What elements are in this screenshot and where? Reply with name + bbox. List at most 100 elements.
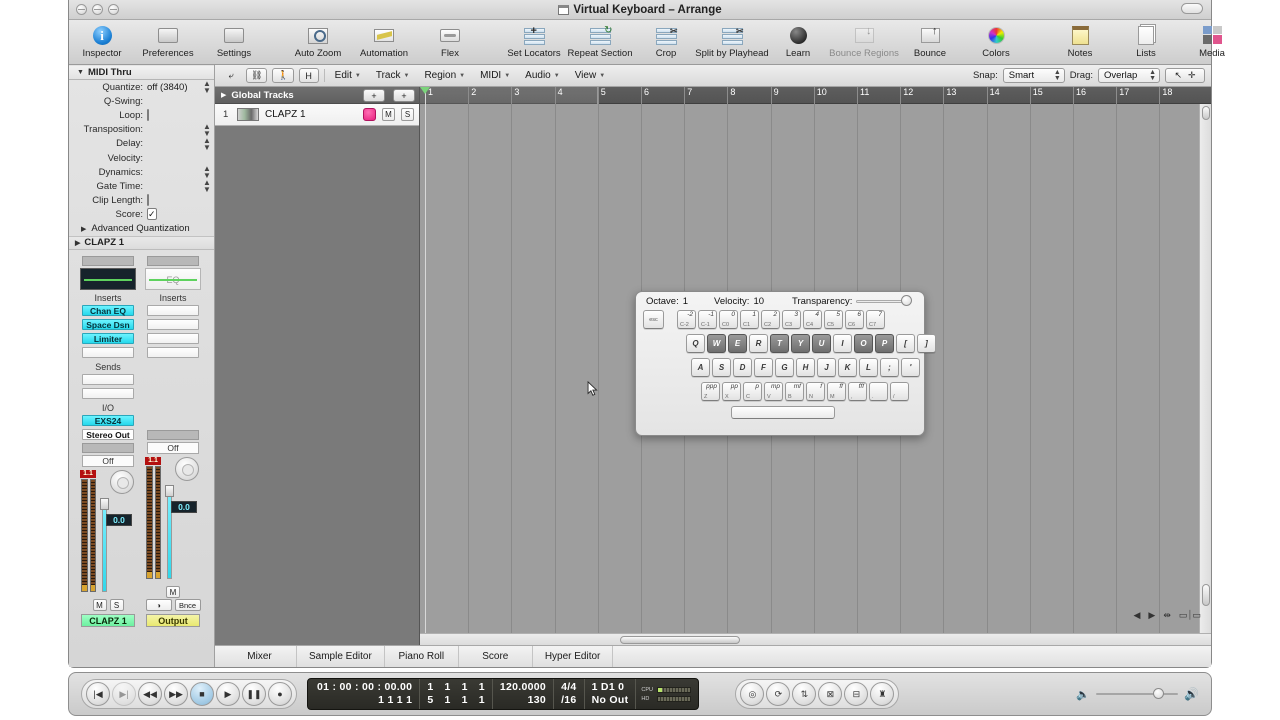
bar-ruler[interactable]: 1 2 3 4 5 6 7 8 9 10 11 12 13 14 15 16 17 18 <box>420 87 1211 104</box>
toolbar-button-learn[interactable]: Learn <box>765 26 831 59</box>
play-button[interactable]: ▶ <box>216 682 240 706</box>
click-metronome-button[interactable]: ◎ <box>740 682 765 706</box>
position-display[interactable]: 1 1 1 1 5 1 1 1 <box>420 679 493 709</box>
keyboard-key-number-0[interactable]: esc <box>643 310 664 329</box>
param-clip-length[interactable]: Clip Length: <box>69 194 214 208</box>
horizontal-scrollbar[interactable] <box>420 633 1211 645</box>
automation-mode-selector[interactable]: Off <box>82 454 134 467</box>
channel-name-tag[interactable]: CLAPZ 1 <box>81 613 135 627</box>
velocity-value[interactable]: 10 <box>753 296 764 307</box>
track-mute-button[interactable]: M <box>382 108 395 121</box>
group-slot[interactable] <box>147 429 199 440</box>
param-loop[interactable]: Loop: <box>69 108 214 122</box>
inspector-channel-band[interactable]: ▶ CLAPZ 1 <box>69 235 214 250</box>
keyboard-key-asdf-9[interactable]: ; <box>880 358 899 377</box>
horizontal-scroll-thumb[interactable] <box>620 636 740 644</box>
automation-mode-selector[interactable]: Off <box>147 441 199 454</box>
zoom-fit-icon[interactable]: ⇹ <box>1161 610 1173 621</box>
keyboard-key-qwerty-1[interactable]: W <box>707 334 726 353</box>
drag-selector[interactable]: Overlap ▲ ▼ <box>1098 68 1160 83</box>
keyboard-key-asdf-6[interactable]: J <box>817 358 836 377</box>
keyboard-key-asdf-10[interactable]: ' <box>901 358 920 377</box>
bounce-button[interactable]: Bnce <box>174 598 201 611</box>
keyboard-key-zxcv-7[interactable]: fff, <box>848 382 867 401</box>
vertical-zoom-thumb[interactable] <box>1202 584 1210 606</box>
transparency-slider[interactable] <box>856 295 913 306</box>
cycle-mode-button[interactable]: ⟳ <box>766 682 791 706</box>
keyboard-key-qwerty-0[interactable]: Q <box>686 334 705 353</box>
stereo-link-button[interactable]: ◑ <box>145 598 172 611</box>
param-quantize[interactable]: Quantize: off (3840) ▲ ▼ <box>69 80 214 95</box>
track-solo-button[interactable]: S <box>401 108 414 121</box>
output-slot[interactable]: Stereo Out <box>82 428 134 441</box>
insert-slot-1[interactable]: Chan EQ <box>82 304 134 317</box>
keyboard-key-number-7[interactable]: 4 C4 <box>803 310 822 329</box>
toolbar-button-inspector[interactable]: i Inspector <box>69 25 135 59</box>
go-to-end-button[interactable]: ▶| <box>112 682 136 706</box>
score-checkbox[interactable]: ✓ <box>147 208 157 221</box>
pan-knob[interactable] <box>110 469 134 494</box>
param-q-swing[interactable]: Q-Swing: <box>69 94 214 108</box>
keyboard-key-zxcv-4[interactable]: mf B <box>785 382 804 401</box>
tempo-display[interactable]: 120.0000 130 <box>493 679 555 709</box>
strip-top-slot[interactable] <box>147 255 199 266</box>
loop-checkbox[interactable] <box>147 108 149 121</box>
track-instrument-icon[interactable] <box>237 108 259 121</box>
keyboard-key-asdf-2[interactable]: D <box>733 358 752 377</box>
keyboard-key-zxcv-3[interactable]: mp V <box>764 382 783 401</box>
insert-slot-4[interactable] <box>147 346 199 359</box>
volume-fader-handle[interactable] <box>165 484 174 497</box>
toolbar-button-split-by-playhead[interactable]: ✂ Split by Playhead <box>695 26 768 59</box>
keyboard-key-zxcv-0[interactable]: ppp Z <box>701 382 720 401</box>
stepper-icon[interactable]: ▲ ▼ <box>203 136 211 151</box>
menu-audio[interactable]: Audio ▼ <box>520 68 565 84</box>
octave-value[interactable]: 1 <box>683 296 688 307</box>
insert-slot-4[interactable] <box>82 346 134 359</box>
keyboard-key-number-5[interactable]: 2 C2 <box>761 310 780 329</box>
group-slot[interactable] <box>82 442 134 453</box>
replace-mode-button[interactable]: ⊠ <box>818 682 843 706</box>
tab-piano-roll[interactable]: Piano Roll <box>385 646 459 667</box>
transparency-slider-handle[interactable] <box>901 295 913 306</box>
keyboard-key-zxcv-1[interactable]: pp X <box>722 382 741 401</box>
scroll-left-icon[interactable]: ◀ <box>1132 610 1143 621</box>
keyboard-key-qwerty-6[interactable]: U <box>812 334 831 353</box>
global-tracks-row[interactable]: ▶ Global Tracks + + <box>215 87 419 104</box>
smpte-display[interactable]: 01 : 00 : 00 : 00.00 1 1 1 1 <box>310 679 421 709</box>
tab-score[interactable]: Score <box>459 646 533 667</box>
cycle-region[interactable] <box>420 87 598 104</box>
toolbar-button-automation[interactable]: Automation <box>351 26 417 59</box>
solo-button[interactable]: ⊟ <box>844 682 869 706</box>
catch-playhead-icon[interactable]: ⤶ <box>221 68 241 83</box>
insert-slot-2[interactable] <box>147 318 199 331</box>
metronome-button[interactable]: ♜ <box>870 682 895 706</box>
playhead-handle-icon[interactable] <box>420 87 430 94</box>
tab-sample-editor[interactable]: Sample Editor <box>297 646 385 667</box>
strip-top-slot[interactable] <box>82 255 134 266</box>
keyboard-key-qwerty-9[interactable]: P <box>875 334 894 353</box>
param-score[interactable]: Score: ✓ <box>69 208 214 222</box>
param-transposition[interactable]: Transposition: ▲ ▼ <box>69 122 214 137</box>
keyboard-key-asdf-3[interactable]: F <box>754 358 773 377</box>
keyboard-key-qwerty-4[interactable]: T <box>770 334 789 353</box>
keyboard-key-zxcv-6[interactable]: ff M <box>827 382 846 401</box>
gain-value[interactable]: 0.0 <box>171 500 197 513</box>
send-slot-1[interactable] <box>82 373 134 386</box>
stepper-icon[interactable]: ▲ ▼ <box>203 122 211 137</box>
minimize-button[interactable] <box>92 4 103 15</box>
toolbar-button-bounce[interactable]: Bounce <box>897 25 963 59</box>
keyboard-key-zxcv-2[interactable]: pC <box>743 382 762 401</box>
gain-value[interactable]: 0.0 <box>106 513 132 526</box>
virtual-keyboard-panel[interactable]: Octave: 1 Velocity: 10 Transparency: esc… <box>635 291 936 436</box>
rewind-button[interactable]: ◀◀ <box>138 682 162 706</box>
keyboard-key-asdf-5[interactable]: H <box>796 358 815 377</box>
keyboard-key-asdf-0[interactable]: A <box>691 358 710 377</box>
keyboard-key-zxcv-8[interactable]: . <box>869 382 888 401</box>
tab-hyper-editor[interactable]: Hyper Editor <box>533 646 614 667</box>
toolbar-button-auto-zoom[interactable]: Auto Zoom <box>285 26 351 59</box>
forward-button[interactable]: ▶▶ <box>164 682 188 706</box>
keyboard-key-qwerty-2[interactable]: E <box>728 334 747 353</box>
insert-slot-3[interactable]: Limiter <box>82 332 134 345</box>
stepper-icon[interactable]: ▲ ▼ <box>203 165 211 180</box>
toolbar-button-set-locators[interactable]: + Set Locators <box>501 25 567 59</box>
